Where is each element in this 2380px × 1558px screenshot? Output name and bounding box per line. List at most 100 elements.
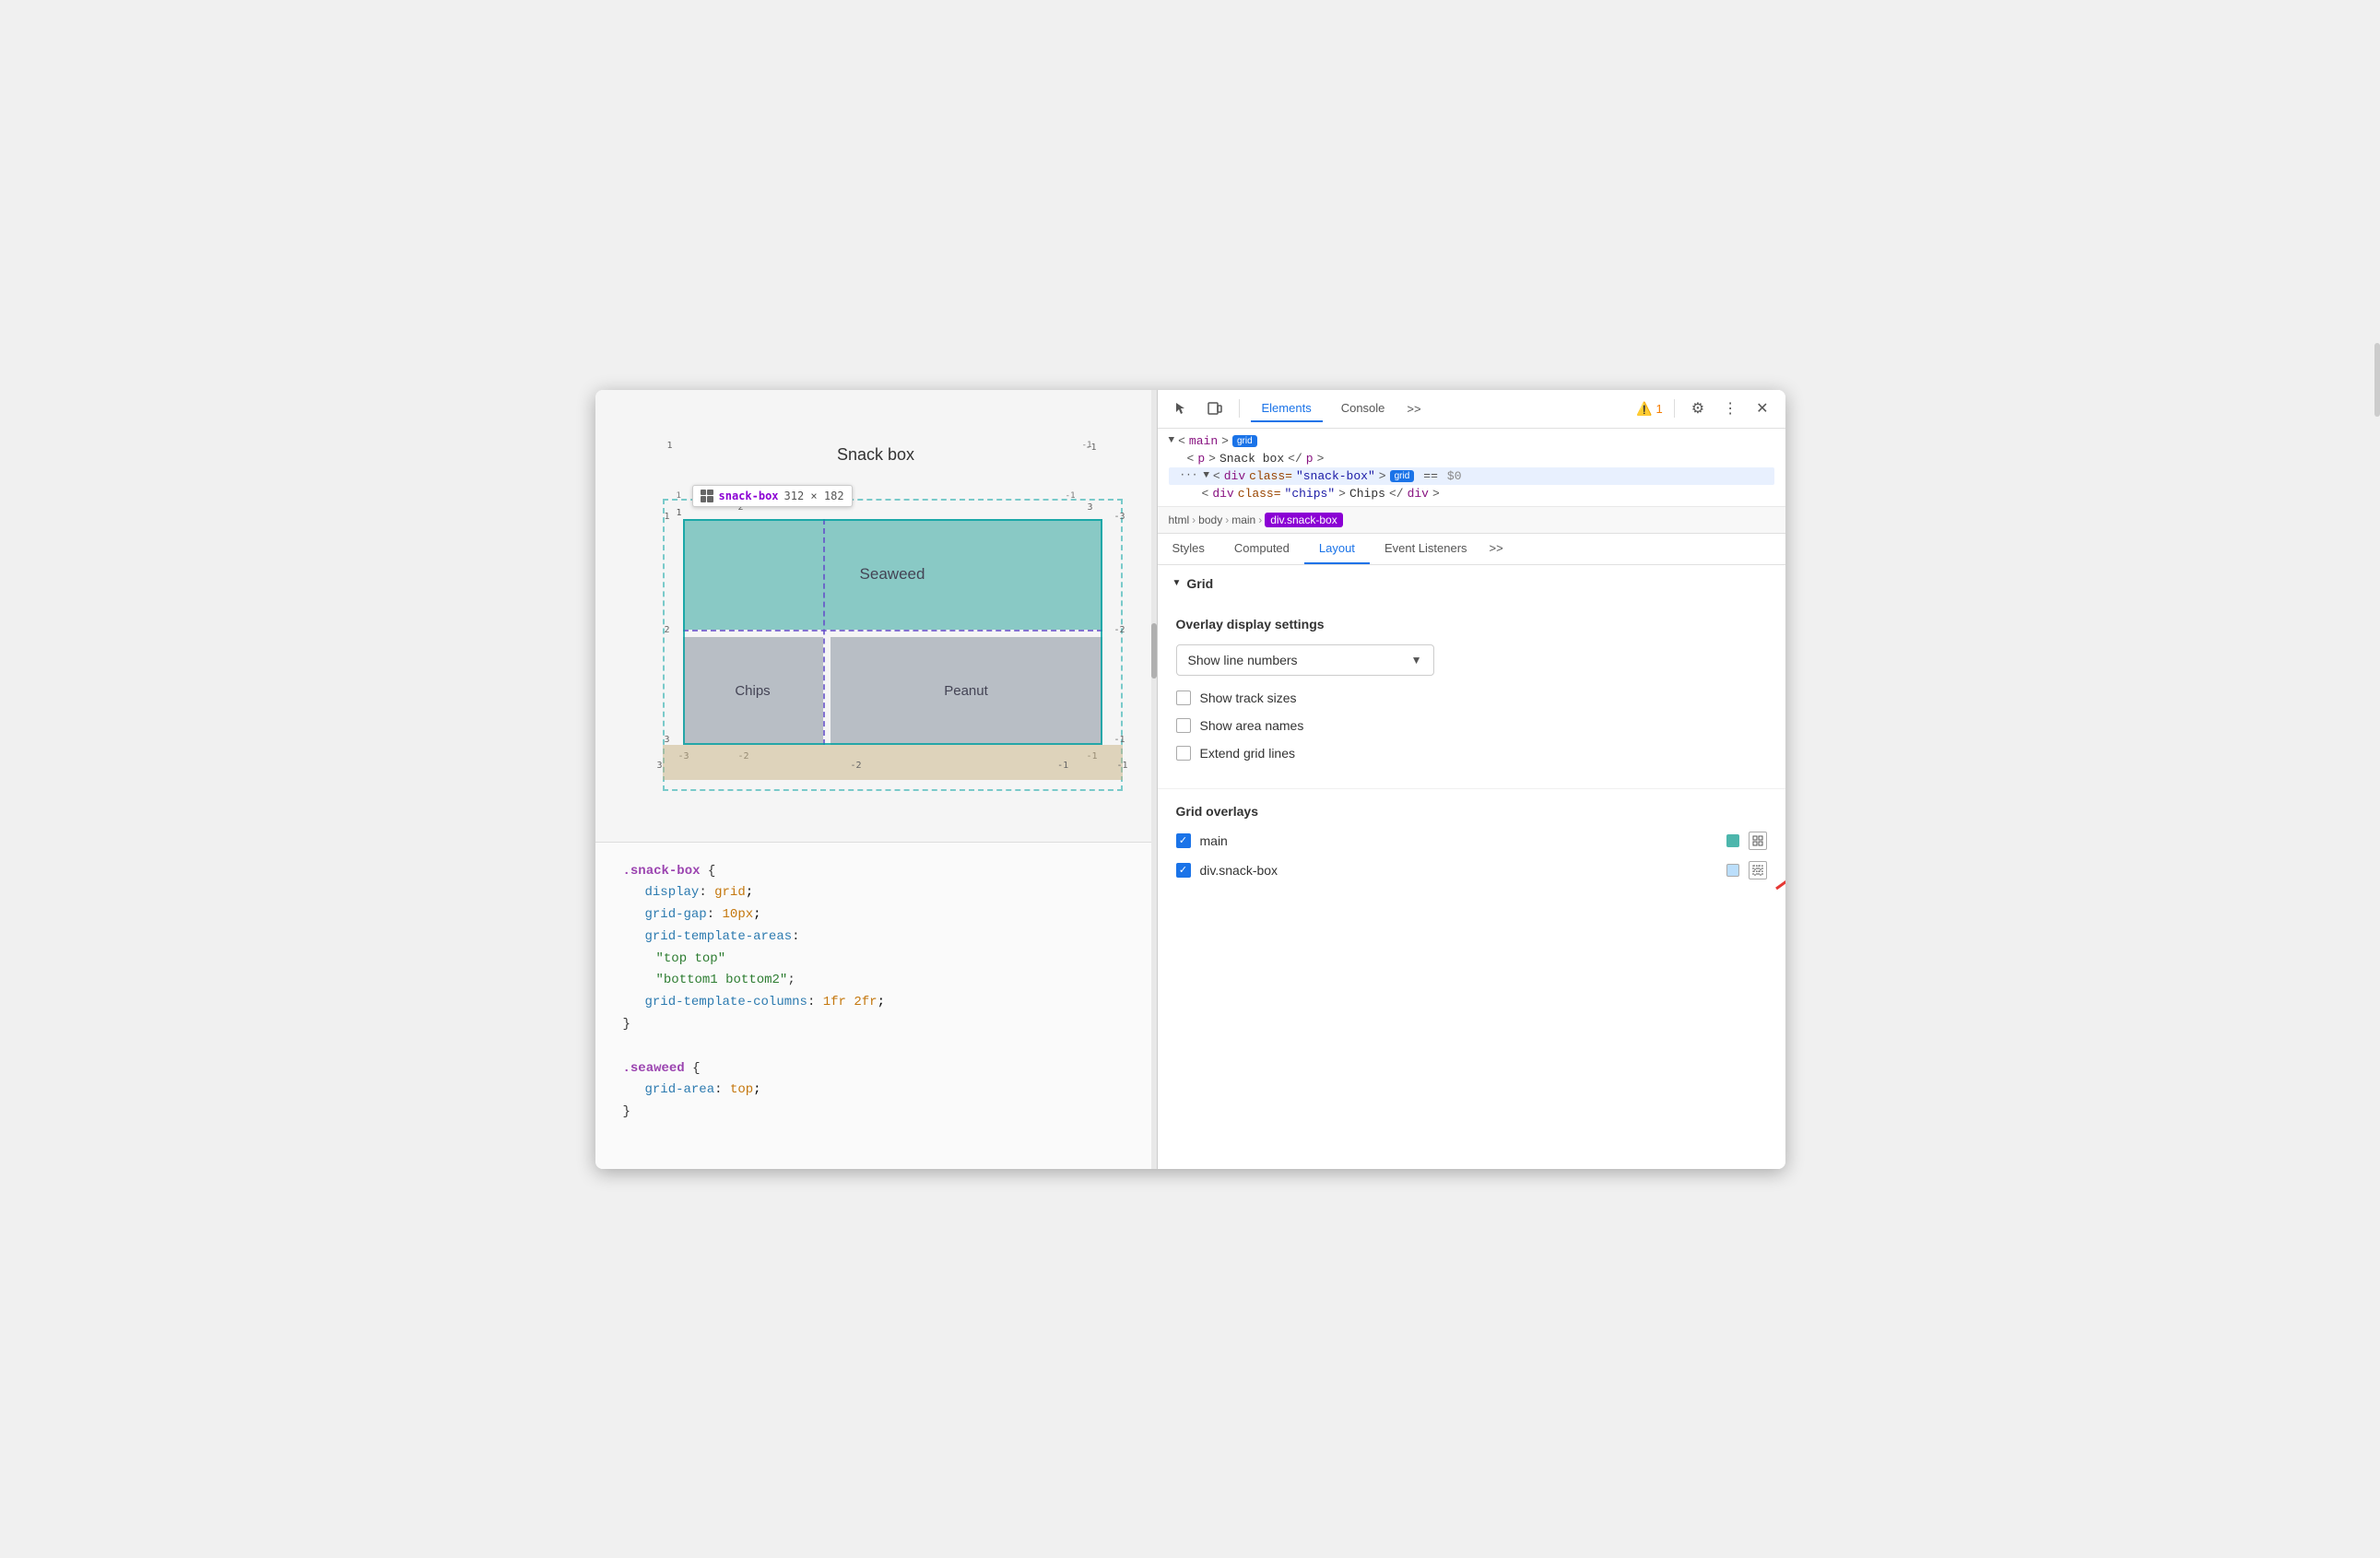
extend-grid-lines-checkbox[interactable]	[1176, 746, 1191, 761]
devtools-topbar: Elements Console >> ⚠️ 1 ⚙ ⋮ ✕	[1158, 390, 1785, 429]
dropdown-label: Show line numbers	[1188, 653, 1298, 667]
code-val-areas1: "top top"	[656, 951, 726, 966]
code-line-3: grid-gap: 10px;	[623, 904, 1129, 927]
code-line-6: "bottom1 bottom2";	[623, 970, 1129, 992]
show-area-names-checkbox[interactable]	[1176, 718, 1191, 733]
row-num-neg1: -1	[1113, 735, 1125, 745]
breadcrumb-body[interactable]: body	[1198, 513, 1222, 526]
main-overlay-checkbox[interactable]	[1176, 833, 1191, 848]
code-line-11: }	[623, 1102, 1129, 1124]
code-line-5: "top top"	[623, 949, 1129, 971]
red-arrow-icon	[1767, 856, 1785, 893]
scrollbar[interactable]	[1151, 390, 1157, 1169]
tree-toggle-main[interactable]: ▼	[1169, 435, 1175, 446]
dropdown-row: Show line numbers ▼	[1176, 644, 1767, 676]
element-tooltip: snack-box 312 × 182	[692, 485, 853, 507]
section-toggle: ▼	[1172, 578, 1182, 588]
code-line-10: grid-area: top;	[623, 1080, 1129, 1102]
breadcrumb-html[interactable]: html	[1169, 513, 1190, 526]
warning-badge: ⚠️ 1	[1636, 401, 1663, 417]
main-overlay-icon-btn[interactable]	[1749, 832, 1767, 850]
row-num-neg3: -3	[1113, 512, 1125, 522]
red-arrow-annotation	[1767, 856, 1785, 896]
main-color-swatch[interactable]	[1726, 834, 1739, 847]
code-line-blank	[623, 1036, 1129, 1058]
tab-elements[interactable]: Elements	[1251, 395, 1323, 422]
grid-num-top-1: 1	[677, 508, 682, 518]
outer-1: 1	[667, 441, 673, 451]
tree-line-p: <p> Snack box </p>	[1169, 450, 1774, 467]
code-val-gap: 10px	[723, 907, 754, 922]
code-prop-display: display	[645, 885, 700, 900]
grid-section-header[interactable]: ▼ Grid	[1158, 565, 1785, 602]
snack-box-grid-badge[interactable]: grid	[1390, 470, 1415, 482]
grid-line-h1	[683, 630, 1102, 631]
show-area-names-row[interactable]: Show area names	[1176, 718, 1767, 733]
breadcrumb-main[interactable]: main	[1231, 513, 1255, 526]
gear-icon-btn[interactable]: ⚙	[1686, 395, 1710, 421]
snack-box-color-swatch[interactable]	[1726, 864, 1739, 877]
grid-icon-main	[1752, 835, 1763, 846]
main-tag: main	[1189, 434, 1218, 448]
code-panel: .snack-box { display: grid; grid-gap: 10…	[595, 842, 1157, 1169]
code-val-area: top	[730, 1082, 753, 1097]
code-prop-area: grid-area	[645, 1082, 715, 1097]
grid-icon	[701, 490, 713, 502]
code-line-8: }	[623, 1014, 1129, 1036]
close-btn[interactable]: ✕	[1750, 395, 1773, 421]
breadcrumb-snack-box[interactable]: div.snack-box	[1265, 513, 1342, 527]
overlay-settings-title: Overlay display settings	[1176, 617, 1767, 631]
row-num-3: 3	[665, 735, 670, 745]
device-icon	[1208, 401, 1222, 416]
show-track-sizes-row[interactable]: Show track sizes	[1176, 690, 1767, 705]
code-line-1: .snack-box {	[623, 861, 1129, 883]
panel-tabs: Styles Computed Layout Event Listeners >…	[1158, 534, 1785, 565]
code-line-9: .seaweed {	[623, 1058, 1129, 1080]
overlay-settings: Overlay display settings Show line numbe…	[1158, 602, 1785, 789]
outer-neg1: -1	[1085, 443, 1096, 453]
ellipsis: ···	[1180, 470, 1198, 481]
col-num-3: 3	[1087, 502, 1092, 513]
extend-grid-lines-row[interactable]: Extend grid lines	[1176, 746, 1767, 761]
inspect-icon-btn[interactable]	[1169, 395, 1195, 421]
code-prop-cols: grid-template-columns	[645, 995, 807, 1009]
grid-num-outer-1: 1	[677, 491, 681, 501]
outer-row-neg1: -1	[1116, 761, 1127, 771]
tab-layout[interactable]: Layout	[1304, 534, 1370, 564]
show-line-numbers-dropdown[interactable]: Show line numbers ▼	[1176, 644, 1434, 676]
html-tree: ▼ <main> grid <p> Snack box </p> ··· ▼ <…	[1158, 429, 1785, 507]
tab-computed[interactable]: Computed	[1219, 534, 1304, 564]
snack-box-overlay-checkbox[interactable]	[1176, 863, 1191, 878]
dropdown-arrow-icon: ▼	[1411, 654, 1422, 667]
main-grid-badge[interactable]: grid	[1232, 435, 1257, 447]
code-line-7: grid-template-columns: 1fr 2fr;	[623, 992, 1129, 1014]
more-tabs[interactable]: >>	[1403, 398, 1424, 419]
tab-console[interactable]: Console	[1330, 395, 1396, 422]
show-track-sizes-checkbox[interactable]	[1176, 690, 1191, 705]
chips-label: Chips	[735, 683, 770, 699]
grid-overlays-section: Grid overlays main	[1158, 789, 1785, 905]
outer-row-3: 3	[657, 761, 663, 771]
snack-box-overlay-icon-btn[interactable]	[1749, 861, 1767, 879]
more-options-btn[interactable]: ⋮	[1717, 395, 1743, 421]
extra-bottom-row	[663, 745, 1123, 780]
layout-content[interactable]: ▼ Grid Overlay display settings Show lin…	[1158, 565, 1785, 1169]
warning-triangle: ⚠️	[1636, 401, 1652, 417]
chips-cell: Chips	[683, 637, 823, 745]
equals-sign: ==	[1423, 469, 1438, 483]
scroll-thumb[interactable]	[1151, 623, 1157, 679]
tab-styles[interactable]: Styles	[1158, 534, 1219, 564]
device-icon-btn[interactable]	[1202, 395, 1228, 421]
outer-row-col-neg2: -2	[851, 761, 862, 771]
code-selector-1: .snack-box	[623, 864, 701, 879]
panel-more[interactable]: >>	[1482, 534, 1511, 564]
code-val-cols: 1fr 2fr	[823, 995, 878, 1009]
tab-event-listeners[interactable]: Event Listeners	[1370, 534, 1482, 564]
overlay-item-snack-box: div.snack-box	[1176, 861, 1767, 879]
tree-line-div[interactable]: ··· ▼ <div class="snack-box" > grid == $…	[1169, 467, 1774, 485]
code-selector-2: .seaweed	[623, 1061, 685, 1076]
tree-toggle-div[interactable]: ▼	[1203, 470, 1209, 481]
tree-line-chips: <div class="chips" > Chips </div>	[1169, 485, 1774, 502]
extend-grid-lines-label: Extend grid lines	[1200, 746, 1296, 761]
divider-2	[1674, 399, 1675, 418]
